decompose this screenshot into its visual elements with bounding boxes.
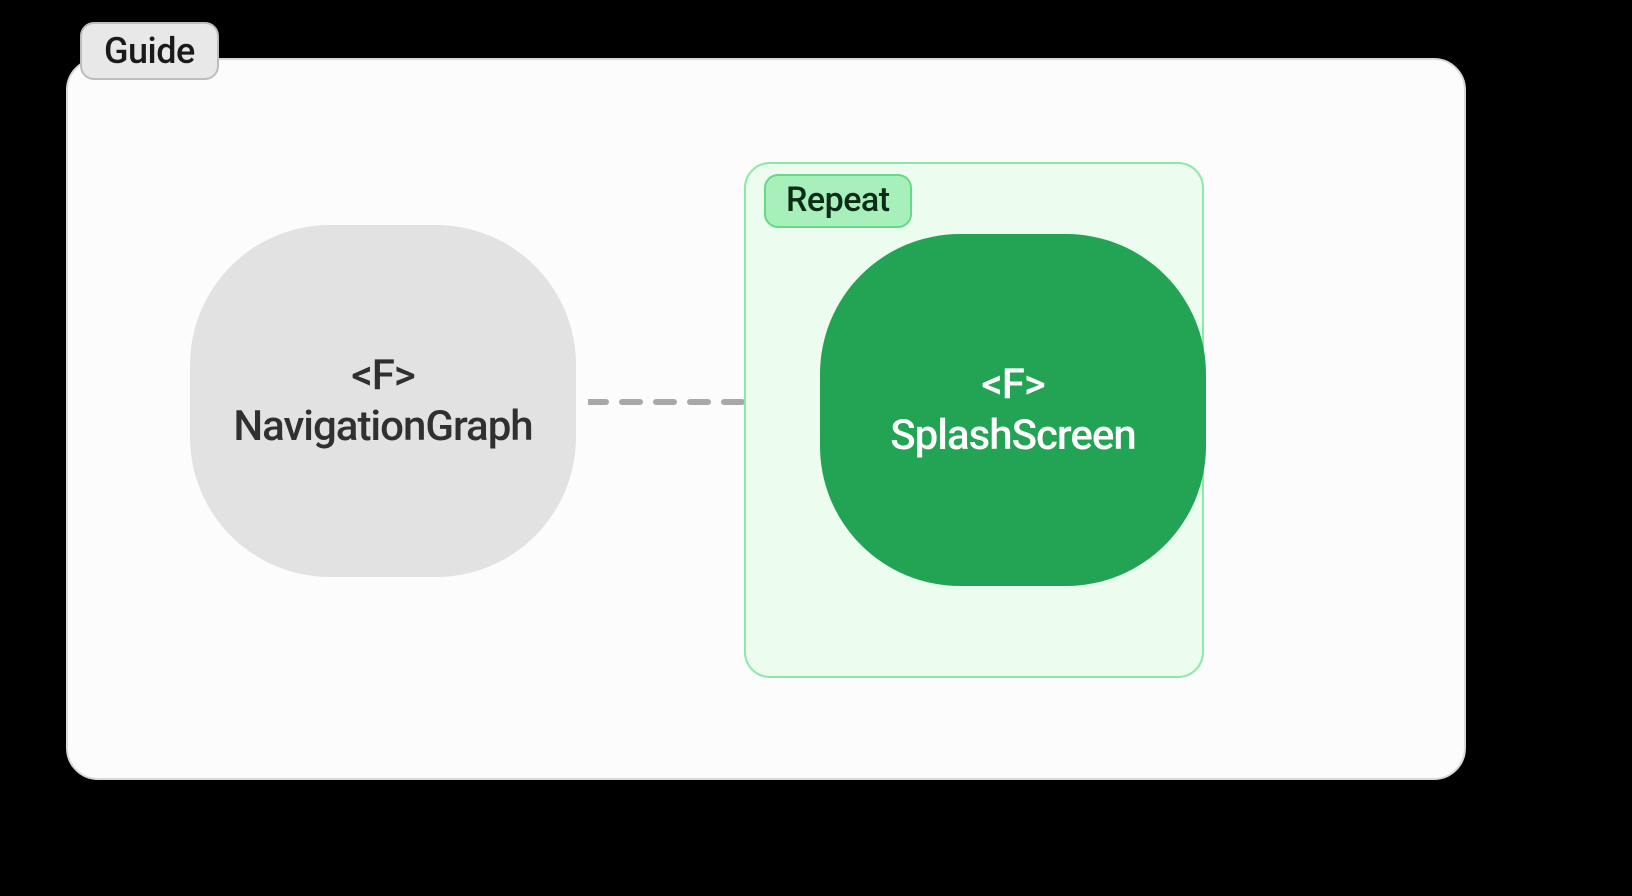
node-stereotype: <F> xyxy=(351,351,414,400)
node-label: NavigationGraph xyxy=(233,402,532,451)
guide-tag: Guide xyxy=(80,22,219,80)
node-navigation-graph: <F> NavigationGraph xyxy=(190,225,576,577)
node-label: SplashScreen xyxy=(890,411,1136,460)
repeat-tag: Repeat xyxy=(764,174,912,228)
node-stereotype: <F> xyxy=(981,360,1044,409)
node-splash-screen: <F> SplashScreen xyxy=(820,234,1206,586)
diagram-stage: Guide <F> NavigationGraph Repeat <F> Spl… xyxy=(0,0,1530,810)
